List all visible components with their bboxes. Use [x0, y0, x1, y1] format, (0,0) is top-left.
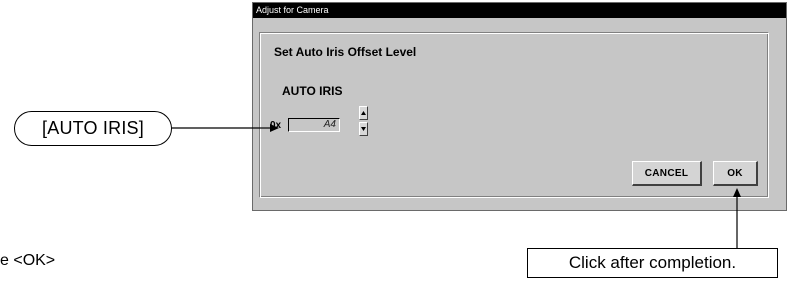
hex-prefix: 0x [270, 120, 282, 131]
auto-iris-value-field[interactable]: A4 [288, 118, 340, 132]
auto-iris-callout: [AUTO IRIS] [14, 111, 172, 146]
auto-iris-label: AUTO IRIS [282, 84, 343, 98]
window-title: Adjust for Camera [256, 5, 329, 15]
dialog-heading: Set Auto Iris Offset Level [274, 45, 417, 59]
window-titlebar[interactable]: Adjust for Camera [253, 3, 786, 18]
left-caption: e <OK> [0, 252, 56, 269]
up-triangle-icon [361, 111, 366, 115]
cancel-button[interactable]: CANCEL [632, 161, 702, 186]
spin-up-button[interactable] [359, 106, 368, 120]
ok-callout: Click after completion. [527, 248, 778, 278]
adjust-for-camera-window: Adjust for Camera Set Auto Iris Offset L… [252, 2, 787, 211]
ok-button[interactable]: OK [713, 161, 758, 186]
ok-callout-text: Click after completion. [568, 253, 737, 272]
down-triangle-icon [361, 127, 366, 131]
spin-down-button[interactable] [359, 122, 368, 136]
auto-iris-callout-text: [AUTO IRIS] [42, 118, 144, 138]
